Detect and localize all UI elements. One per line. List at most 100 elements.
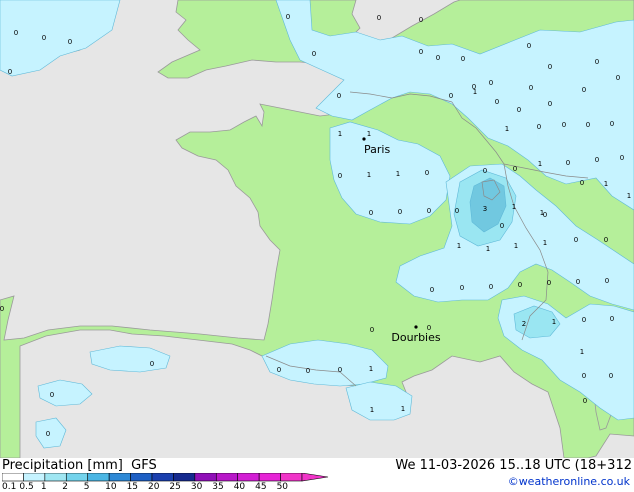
- precip-marker: 0: [529, 84, 533, 92]
- precip-marker: 0: [419, 16, 423, 24]
- precip-marker: 0: [338, 172, 342, 180]
- city-dot: [362, 137, 366, 141]
- scale-cell: [215, 473, 239, 482]
- precip-marker: 0: [427, 207, 431, 215]
- scale-tick-label: 40: [233, 482, 246, 492]
- precip-marker: 0: [527, 42, 531, 50]
- precip-marker: 1: [367, 130, 371, 138]
- precip-marker: 0: [312, 50, 316, 58]
- precip-marker: 0: [8, 68, 12, 76]
- precip-marker: 0: [620, 154, 624, 162]
- precip-marker: 1: [580, 348, 584, 356]
- precip-marker: 0: [580, 179, 584, 187]
- scale-cell: [280, 473, 303, 482]
- precip-marker: 0: [548, 100, 552, 108]
- scale-tick-label: 20: [148, 482, 160, 492]
- precip-marker: 0: [337, 92, 341, 100]
- precip-marker: 1: [401, 405, 405, 413]
- precip-marker: 0: [14, 29, 18, 37]
- scale-cell: [130, 473, 153, 482]
- scale-cell: [2, 473, 24, 482]
- precip-marker: 0: [370, 326, 374, 334]
- precip-marker: 0: [595, 58, 599, 66]
- precip-marker: 1: [370, 406, 374, 414]
- precip-marker: 0: [369, 209, 373, 217]
- precip-marker: 0: [0, 305, 4, 313]
- precip-marker: 1: [514, 242, 518, 250]
- precip-marker: 3: [483, 205, 487, 213]
- scale-cell: [258, 473, 281, 482]
- precip-marker: 1: [627, 192, 631, 200]
- precip-marker: 0: [398, 208, 402, 216]
- scale-tick-label: 35: [212, 482, 224, 492]
- precip-marker: 0: [46, 430, 50, 438]
- precip-marker: 0: [500, 222, 504, 230]
- scale-tick-label: 50: [276, 482, 289, 492]
- precip-marker: 0: [286, 13, 290, 21]
- scale-tick-label: 10: [105, 482, 117, 492]
- precip-marker: 0: [436, 54, 440, 62]
- scale-cell: [87, 473, 110, 482]
- precip-marker: 0: [576, 278, 580, 286]
- precip-marker: 0: [42, 34, 46, 42]
- precip-marker: 0: [517, 106, 521, 114]
- precip-marker: 0: [537, 123, 541, 131]
- precip-marker: 0: [430, 286, 434, 294]
- scale-tick-label: 5: [83, 482, 90, 492]
- precip-marker: 1: [457, 242, 461, 250]
- map-timestamp: We 11-03-2026 15..18 UTC (18+312: [395, 458, 632, 473]
- precip-marker: 0: [306, 367, 310, 375]
- precip-marker: 0: [586, 121, 590, 129]
- precipitation-map: 0 0 0 0 0 0 0 0 0 0 0 0 0 0 0 0 0 0 0 0 0 0 1 0 0 1 0 0 0 0 1 1 0 1 1 0 0 0 1 0…: [0, 0, 634, 458]
- precip-marker: 1: [604, 180, 608, 188]
- precip-marker: 0: [582, 86, 586, 94]
- map-title: Precipitation [mm] GFS: [2, 458, 157, 473]
- precip-marker: 0: [425, 169, 429, 177]
- precip-marker: 1: [538, 160, 542, 168]
- precip-marker: 0: [277, 366, 281, 374]
- scale-tick-label: 45: [255, 482, 267, 492]
- precip-marker: 0: [489, 79, 493, 87]
- precip-marker: 0: [50, 391, 54, 399]
- precip-marker: 0: [449, 92, 453, 100]
- precip-marker: 1: [543, 239, 547, 247]
- legend-footer: Precipitation [mm] GFS We 11-03-2026 15.…: [0, 458, 634, 492]
- scale-cell: [44, 473, 67, 482]
- precip-marker: 1: [367, 171, 371, 179]
- precip-marker: 0: [513, 165, 517, 173]
- precip-marker: 0: [616, 74, 620, 82]
- precip-marker: 0: [595, 156, 599, 164]
- city-dot: [414, 325, 418, 329]
- scale-cell: [108, 473, 131, 482]
- precip-marker: 0: [562, 121, 566, 129]
- precip-marker: 1: [338, 130, 342, 138]
- scale-cell: [23, 473, 46, 482]
- precip-marker: 0: [518, 281, 522, 289]
- scale-cell: [194, 473, 217, 482]
- precip-marker: 1: [369, 365, 373, 373]
- precip-marker: 0: [338, 366, 342, 374]
- city-label: Paris: [364, 143, 390, 156]
- scale-cell: [65, 473, 89, 482]
- precip-marker: 0: [460, 284, 464, 292]
- color-scale-bar: [2, 473, 329, 482]
- precip-marker: 0: [543, 211, 547, 219]
- scale-cell: [151, 473, 174, 482]
- precip-marker: 0: [455, 207, 459, 215]
- precip-marker: 0: [605, 277, 609, 285]
- city-label: Dourbies: [391, 331, 441, 344]
- credit-link[interactable]: ©weatheronline.co.uk: [508, 475, 630, 488]
- precip-marker: 1: [505, 125, 509, 133]
- precip-marker: 0: [610, 315, 614, 323]
- precip-marker: 0: [461, 55, 465, 63]
- precip-marker: 0: [150, 360, 154, 368]
- precip-marker: 1: [473, 88, 477, 96]
- precip-marker: 0: [609, 372, 613, 380]
- precip-marker: 0: [610, 120, 614, 128]
- scale-tick-labels: 0.1 0.5 1 2 5 10 15 20 25 30 35 40 45 50: [0, 482, 330, 492]
- scale-tick-label: 25: [169, 482, 181, 492]
- scale-tick-label: 30: [190, 482, 203, 492]
- precip-marker: 1: [552, 318, 556, 326]
- precip-marker: 1: [486, 245, 490, 253]
- precip-marker: 0: [583, 397, 587, 405]
